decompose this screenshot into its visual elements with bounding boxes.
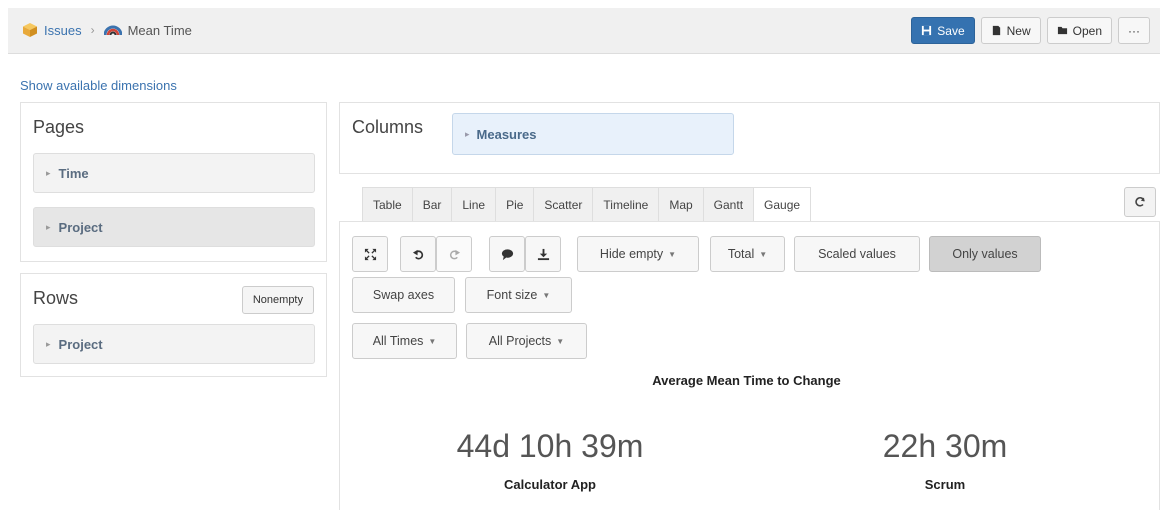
tab-table[interactable]: Table [362,187,412,222]
swap-axes-button[interactable]: Swap axes [352,277,455,313]
undo-button[interactable] [400,236,436,272]
tab-timeline[interactable]: Timeline [592,187,659,222]
open-label: Open [1072,23,1102,38]
open-button[interactable]: Open [1046,17,1112,44]
rows-title: Rows [33,288,79,308]
pages-title: Pages [33,117,85,137]
all-projects-dropdown[interactable]: All Projects ▼ [466,323,587,359]
chart-type-tabs: Table Bar Line Pie Scatter Timeline Map … [362,187,812,222]
tab-bar[interactable]: Bar [411,187,452,222]
rows-panel: Rows Nonempty ▸ Project [20,273,327,377]
comment-button[interactable] [489,236,525,272]
caret-down-icon: ▼ [542,290,551,300]
tab-gantt[interactable]: Gantt [702,187,754,222]
gauge-label: Scrum [924,477,966,492]
expand-arrow-icon: ▸ [46,221,51,232]
caret-down-icon: ▼ [428,336,437,346]
hide-empty-dropdown[interactable]: Hide empty ▼ [577,236,699,272]
report-title: Mean Time [127,22,192,38]
nonempty-button[interactable]: Nonempty [241,286,314,314]
expand-arrow-icon: ▸ [46,167,51,178]
folder-icon [1057,26,1067,35]
tab-pie[interactable]: Pie [495,187,534,222]
more-label: ··· [1128,23,1140,38]
pages-panel: Pages ▸ Time ▸ Project [20,102,327,262]
columns-dimension-measures[interactable]: ▸ Measures [452,113,734,155]
new-label: New [1006,23,1031,38]
scaled-values-button[interactable]: Scaled values [794,236,920,272]
gauge-value: 44d 10h 39m [456,428,644,464]
dimension-label: Project [58,219,103,235]
new-file-icon [992,25,1000,36]
columns-panel: Columns ▸ Measures [339,102,1160,174]
total-label: Total [727,247,755,261]
caret-down-icon: ▼ [556,336,565,346]
save-icon [922,25,932,36]
show-dimensions-link[interactable]: Show available dimensions [20,78,177,93]
expand-arrow-icon: ▸ [465,128,470,139]
export-button[interactable] [525,236,561,272]
comment-icon [501,248,513,260]
gauge-value: 22h 30m [882,428,1008,464]
fullscreen-icon [364,248,376,260]
columns-title: Columns [352,117,424,137]
total-dropdown[interactable]: Total ▼ [710,236,785,272]
redo-icon [449,249,460,259]
download-icon [537,248,549,260]
breadcrumb: Issues › Mean Time [22,22,192,38]
caret-down-icon: ▼ [668,249,677,259]
fullscreen-button[interactable] [352,236,388,272]
dimension-label: Project [58,336,103,352]
dimension-label: Time [58,165,89,181]
pages-dimension-time[interactable]: ▸ Time [33,153,315,193]
caret-down-icon: ▼ [759,249,768,259]
tab-gauge[interactable]: Gauge [753,187,812,222]
breadcrumb-issues-link[interactable]: Issues [44,23,82,38]
pages-dimension-project[interactable]: ▸ Project [33,207,315,247]
cube-icon [23,23,37,37]
refresh-button[interactable] [1124,187,1156,217]
all-projects-label: All Projects [488,334,552,348]
more-button[interactable]: ··· [1118,17,1150,44]
dimension-label: Measures [476,126,537,142]
hide-empty-label: Hide empty [599,247,664,261]
chart-title: Average Mean Time to Change [652,373,841,388]
refresh-icon [1135,197,1145,207]
tab-scatter[interactable]: Scatter [533,187,593,222]
undo-icon [412,249,423,259]
rainbow-report-icon [103,25,122,35]
save-button[interactable]: Save [911,17,975,44]
top-bar: Issues › Mean Time Save New Open ··· [8,8,1160,54]
tab-line[interactable]: Line [451,187,496,222]
font-size-dropdown[interactable]: Font size ▼ [465,277,572,313]
save-label: Save [937,23,965,38]
only-values-button[interactable]: Only values [929,236,1041,272]
all-times-dropdown[interactable]: All Times ▼ [352,323,457,359]
font-size-label: Font size [486,288,538,302]
breadcrumb-separator: › [90,23,95,37]
gauge-label: Calculator App [504,477,596,492]
all-times-label: All Times [372,334,424,348]
rows-dimension-project[interactable]: ▸ Project [33,324,315,364]
new-button[interactable]: New [980,17,1041,44]
tab-map[interactable]: Map [658,187,703,222]
redo-button[interactable] [436,236,472,272]
expand-arrow-icon: ▸ [46,338,51,349]
